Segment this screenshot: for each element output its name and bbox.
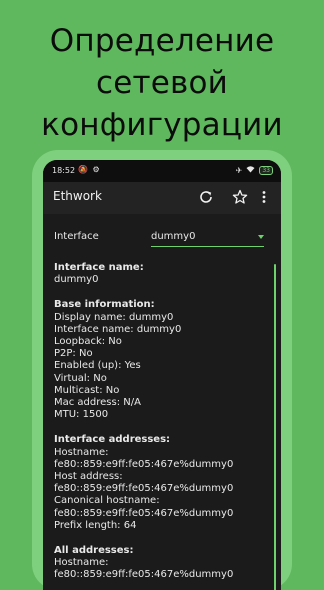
interface-dropdown-value[interactable]: dummy0 (151, 231, 195, 243)
star-icon[interactable] (231, 188, 249, 206)
phone-screen: 18:52 🔕 ⚙ ✈ 33 Ethwork Interface dummy0 … (43, 160, 281, 590)
section-interface-addresses: Interface addresses: Hostname: fe80::859… (54, 434, 269, 532)
status-right-icons: ✈ 33 (236, 165, 273, 175)
status-time: 18:52 (52, 166, 76, 175)
wifi-icon (246, 165, 255, 175)
info-line: Prefix length: 64 (54, 519, 137, 531)
section-title: Interface name: (54, 262, 144, 273)
info-line: Canonical hostname: (54, 495, 160, 507)
refresh-icon[interactable] (197, 188, 215, 206)
dropdown-arrow-icon[interactable] (258, 235, 264, 239)
info-line: Hostname: (54, 446, 109, 458)
info-line: MTU: 1500 (54, 409, 109, 421)
promo-line: конфигурации (41, 107, 283, 143)
notification-icons: 🔕 ⚙ (78, 165, 101, 174)
section-interface-name: Interface name: dummy0 (54, 262, 269, 286)
info-line: fe80::859:e9ff:fe05:467e%dummy0 (54, 507, 234, 519)
info-line: P2P: No (54, 348, 93, 360)
info-line: Display name: dummy0 (54, 311, 174, 323)
app-title: Ethwork (53, 189, 102, 203)
section-title: Base information: (54, 299, 155, 311)
info-line: Interface name: dummy0 (54, 323, 182, 335)
interface-selector[interactable]: Interface dummy0 (54, 231, 264, 247)
info-line: Hostname: (54, 557, 109, 569)
section-title: All addresses: (54, 545, 134, 557)
section-all-addresses: All addresses: Hostname: fe80::859:e9ff:… (54, 545, 269, 582)
interface-name-value: dummy0 (54, 274, 99, 286)
interface-label: Interface (54, 231, 99, 242)
promo-headline: Определение сетевой конфигурации (0, 20, 324, 146)
scrollbar[interactable] (274, 264, 276, 590)
battery-icon: 33 (259, 165, 273, 175)
airplane-icon: ✈ (235, 165, 243, 175)
info-line: Host address: (54, 471, 123, 483)
app-bar: Ethwork (43, 182, 281, 214)
info-line: fe80::859:e9ff:fe05:467e%dummy0 (54, 483, 234, 495)
section-title: Interface addresses: (54, 434, 171, 446)
promo-line: сетевой (95, 65, 229, 101)
info-line: Mac address: N/A (54, 397, 141, 409)
status-bar: 18:52 🔕 ⚙ ✈ 33 (43, 160, 281, 182)
promo-line: Определение (49, 23, 275, 59)
section-base-information: Base information: Display name: dummy0 I… (54, 299, 269, 421)
info-line: Multicast: No (54, 384, 120, 396)
info-line: Virtual: No (54, 372, 107, 384)
info-line: Enabled (up): Yes (54, 360, 141, 372)
dropdown-underline (151, 246, 264, 247)
interface-details: Interface name: dummy0 Base information:… (54, 262, 269, 590)
more-menu-icon[interactable] (259, 188, 269, 206)
info-line: Loopback: No (54, 336, 122, 348)
info-line: fe80::859:e9ff:fe05:467e%dummy0 (54, 458, 234, 470)
details-content: Interface dummy0 Interface name: dummy0 … (43, 214, 281, 590)
